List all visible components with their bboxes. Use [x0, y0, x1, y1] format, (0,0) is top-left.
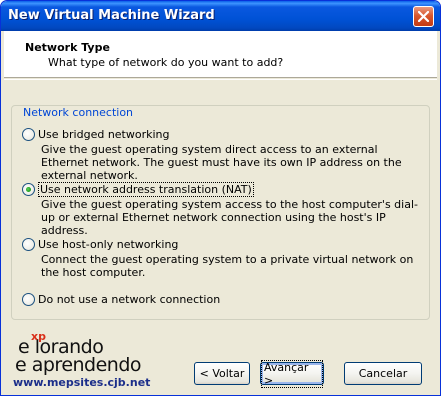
radio-nat[interactable]: Use network address translation (NAT) [22, 182, 254, 197]
radio-label-nat[interactable]: Use network address translation (NAT) [38, 182, 254, 197]
radio-bridged[interactable]: Use bridged networking [22, 128, 170, 141]
watermark-line2: e aprendendo [15, 354, 142, 376]
radio-host-only[interactable]: Use host-only networking [22, 238, 178, 251]
radio-label-host-only[interactable]: Use host-only networking [38, 238, 178, 251]
back-button-label: < Voltar [199, 367, 245, 380]
cancel-button-label: Cancelar [358, 367, 408, 380]
next-button[interactable]: Avançar > [260, 359, 324, 388]
radio-button-no-network[interactable] [22, 293, 35, 306]
window-title: New Virtual Machine Wizard [8, 8, 215, 23]
page-title: Network Type [25, 41, 110, 54]
close-button[interactable] [413, 6, 434, 27]
radio-button-nat[interactable] [22, 183, 35, 196]
site-watermark: e lorando xp e aprendendo www.mepsites.c… [11, 330, 171, 393]
close-icon [418, 11, 429, 22]
group-legend: Network connection [20, 106, 137, 119]
title-bar[interactable]: New Virtual Machine Wizard [1, 1, 440, 31]
description-bridged: Give the guest operating system direct a… [41, 143, 402, 182]
radio-label-bridged[interactable]: Use bridged networking [38, 128, 170, 141]
selected-dot-icon [26, 187, 31, 192]
radio-no-network[interactable]: Do not use a network connection [22, 293, 220, 306]
description-host-only: Connect the guest operating system to a … [41, 253, 414, 279]
radio-label-no-network[interactable]: Do not use a network connection [38, 293, 220, 306]
page-subtitle: What type of network do you want to add? [48, 56, 284, 69]
header-panel: Network Type What type of network do you… [4, 31, 437, 78]
cancel-button[interactable]: Cancelar [344, 362, 422, 385]
back-button[interactable]: < Voltar [194, 362, 250, 385]
watermark-xp: xp [31, 330, 46, 343]
wizard-window: New Virtual Machine Wizard Network Type … [0, 0, 441, 396]
radio-button-bridged[interactable] [22, 128, 35, 141]
description-nat: Give the guest operating system access t… [41, 198, 418, 237]
watermark-url: www.mepsites.cjb.net [13, 376, 151, 389]
header-divider [4, 79, 437, 80]
radio-button-host-only[interactable] [22, 238, 35, 251]
next-button-label: Avançar > [261, 359, 323, 388]
